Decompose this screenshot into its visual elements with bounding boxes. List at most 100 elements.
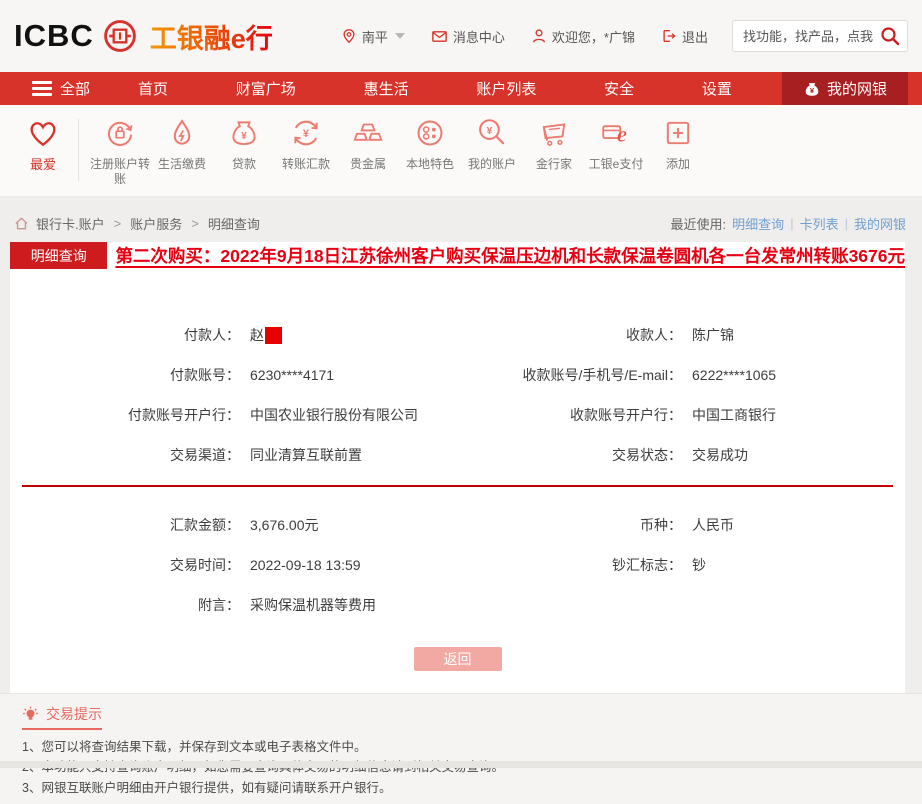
lightbulb-icon bbox=[22, 706, 39, 723]
nav-all-label: 全部 bbox=[60, 81, 91, 98]
transaction-amounts: 汇款金额： 3,676.00元 币种： 人民币 交易时间： 2022-09-18… bbox=[10, 487, 905, 615]
cash-flag-value: 钞 bbox=[692, 557, 706, 573]
nav-item-home[interactable]: 首页 bbox=[128, 78, 178, 99]
nav-label: 首页 bbox=[138, 81, 169, 98]
nav-label: 惠生活 bbox=[363, 81, 409, 98]
toolbar-label: 金行家 bbox=[535, 157, 572, 171]
toolbar-item-epay[interactable]: e 工银e支付 bbox=[585, 115, 647, 172]
register-transfer-icon bbox=[102, 115, 138, 151]
svg-text:¥: ¥ bbox=[303, 128, 310, 140]
user-icon bbox=[531, 28, 547, 44]
nav-item-settings[interactable]: 设置 bbox=[692, 78, 742, 99]
toolbar-item-life-payment[interactable]: 生活缴费 bbox=[151, 115, 213, 172]
loan-icon: ¥ bbox=[226, 115, 262, 151]
payee-label: 收款人： bbox=[626, 327, 682, 343]
search-box bbox=[732, 20, 908, 52]
search-icon[interactable] bbox=[880, 26, 900, 46]
nav-item-life[interactable]: 惠生活 bbox=[354, 78, 419, 99]
transaction-details: 付款人： 赵 收款人： 陈广锦 付款账号： 6230****4171 收款账号/… bbox=[10, 269, 905, 465]
payer-label: 付款人： bbox=[184, 327, 240, 343]
divider bbox=[78, 119, 79, 181]
toolbar-item-local-feature[interactable]: 本地特色 bbox=[399, 115, 461, 172]
detail-row-time-flag: 交易时间： 2022-09-18 13:59 钞汇标志： 钞 bbox=[10, 555, 905, 575]
svg-text:¥: ¥ bbox=[810, 86, 815, 95]
purchase-annotation: 第二次购买：2022年9月18日江苏徐州客户购买保温压边机和长款保温卷圆机各一台… bbox=[115, 246, 905, 266]
breadcrumb-item-detail-query: 明细查询 bbox=[207, 217, 260, 232]
amount-label: 汇款金额： bbox=[170, 517, 240, 533]
svg-text:¥: ¥ bbox=[241, 131, 247, 142]
payee-bank-value: 中国工商银行 bbox=[692, 407, 776, 423]
detail-row-banks: 付款账号开户行： 中国农业银行股份有限公司 收款账号开户行： 中国工商银行 bbox=[10, 405, 905, 425]
channel-label: 交易渠道： bbox=[170, 447, 240, 463]
recent-link-detail-query[interactable]: 明细查询 bbox=[732, 214, 784, 233]
toolbar-item-favorites[interactable]: 最爱 bbox=[14, 115, 72, 173]
toolbar-item-precious-metal[interactable]: 贵金属 bbox=[337, 115, 399, 172]
back-button[interactable]: 返回 bbox=[413, 647, 502, 671]
tip-item: 1、您可以将查询结果下载，并保存到文本或电子表格文件中。 bbox=[22, 740, 367, 754]
toolbar-label: 我的账户 bbox=[467, 157, 516, 171]
payee-account-value: 6222****1065 bbox=[692, 367, 777, 383]
remark-label: 附言： bbox=[198, 597, 240, 613]
welcome-label: 欢迎您，*广锦 bbox=[551, 29, 635, 45]
home-icon bbox=[14, 216, 29, 231]
status-value: 交易成功 bbox=[692, 447, 748, 463]
nav-item-security[interactable]: 安全 bbox=[594, 78, 644, 99]
transaction-tips: 交易提示 1、您可以将查询结果下载，并保存到文本或电子表格文件中。 2、本功能只… bbox=[0, 693, 922, 804]
precious-metal-icon bbox=[350, 115, 386, 151]
toolbar-item-add[interactable]: 添加 bbox=[647, 115, 709, 172]
toolbar-item-gold-expert[interactable]: 金行家 bbox=[523, 115, 585, 172]
nav-item-accounts[interactable]: 账户列表 bbox=[466, 78, 546, 99]
nav-label: 设置 bbox=[701, 81, 732, 98]
location-pin-icon bbox=[341, 28, 357, 44]
toolbar-label: 本地特色 bbox=[405, 157, 454, 171]
payee-bank-label: 收款账号开户行： bbox=[570, 407, 682, 423]
logout-button[interactable]: 退出 bbox=[661, 27, 708, 46]
nav-item-wealth[interactable]: 财富广场 bbox=[226, 78, 306, 99]
breadcrumb-row: 银行卡.账户 > 账户服务 > 明细查询 最近使用: 明细查询 | 卡列表 | … bbox=[0, 205, 922, 242]
local-feature-icon bbox=[412, 115, 448, 151]
recent-used-label: 最近使用: bbox=[670, 217, 727, 232]
payer-value: 赵 bbox=[250, 327, 264, 343]
toolbar-item-loan[interactable]: ¥ 贷款 bbox=[213, 115, 275, 172]
tab-detail-query[interactable]: 明细查询 bbox=[10, 242, 108, 269]
toolbar-item-transfer-remit[interactable]: ¥ 转账汇款 bbox=[275, 115, 337, 172]
nav-item-all[interactable]: 全部 bbox=[22, 72, 100, 105]
logout-label: 退出 bbox=[681, 29, 708, 45]
currency-label: 币种： bbox=[640, 517, 682, 533]
detail-row-accounts: 付款账号： 6230****4171 收款账号/手机号/E-mail： 6222… bbox=[10, 365, 905, 385]
user-welcome[interactable]: 欢迎您，*广锦 bbox=[531, 27, 635, 46]
icbc-logo-text: ICBC bbox=[14, 18, 94, 53]
location-selector[interactable]: 南平 bbox=[341, 27, 405, 46]
svg-text:¥: ¥ bbox=[487, 126, 493, 137]
transfer-remit-icon: ¥ bbox=[288, 115, 324, 151]
panel-padding bbox=[10, 671, 905, 693]
tab-row: 明细查询 第二次购买：2022年9月18日江苏徐州客户购买保温压边机和长款保温卷… bbox=[10, 242, 905, 269]
quick-toolbar: 最爱 注册账户转账 生活缴费 ¥ 贷款 ¥ 转账汇款 贵金属 本地特色 ¥ 我的… bbox=[0, 105, 922, 197]
page-bottom-strip bbox=[0, 761, 922, 768]
breadcrumb-item-cards[interactable]: 银行卡.账户 bbox=[36, 214, 105, 233]
message-center-link[interactable]: 消息中心 bbox=[431, 27, 505, 46]
toolbar-item-my-account[interactable]: ¥ 我的账户 bbox=[461, 115, 523, 172]
breadcrumb: 银行卡.账户 > 账户服务 > 明细查询 bbox=[14, 214, 260, 233]
currency-value: 人民币 bbox=[692, 517, 734, 533]
nav-item-my-ebank[interactable]: ¥ 我的网银 bbox=[782, 72, 908, 105]
menu-icon bbox=[32, 78, 52, 99]
svg-text:e: e bbox=[617, 122, 627, 147]
message-center-label: 消息中心 bbox=[452, 29, 505, 45]
toolbar-label: 工银e支付 bbox=[588, 157, 644, 171]
payer-bank-label: 付款账号开户行： bbox=[128, 407, 240, 423]
channel-value: 同业清算互联前置 bbox=[250, 447, 362, 463]
logout-icon bbox=[661, 28, 677, 44]
tips-title: 交易提示 bbox=[46, 706, 102, 722]
breadcrumb-item-account-service[interactable]: 账户服务 bbox=[130, 214, 182, 233]
payer-account-label: 付款账号： bbox=[170, 367, 240, 383]
payee-account-label: 收款账号/手机号/E-mail： bbox=[522, 367, 682, 383]
payer-bank-value: 中国农业银行股份有限公司 bbox=[250, 407, 418, 423]
recent-link-my-ebank[interactable]: 我的网银 bbox=[854, 214, 906, 233]
top-header: ICBC 工银融e行 南平 消息中心 欢迎您，*广锦 退出 找功能，找产品，点我… bbox=[0, 0, 922, 72]
brand-name: 工银融e行 bbox=[150, 17, 273, 56]
recent-link-card-list[interactable]: 卡列表 bbox=[800, 214, 839, 233]
recent-divider: | bbox=[844, 216, 848, 231]
nav-label: 安全 bbox=[604, 81, 635, 98]
toolbar-item-register-transfer[interactable]: 注册账户转账 bbox=[89, 115, 151, 187]
